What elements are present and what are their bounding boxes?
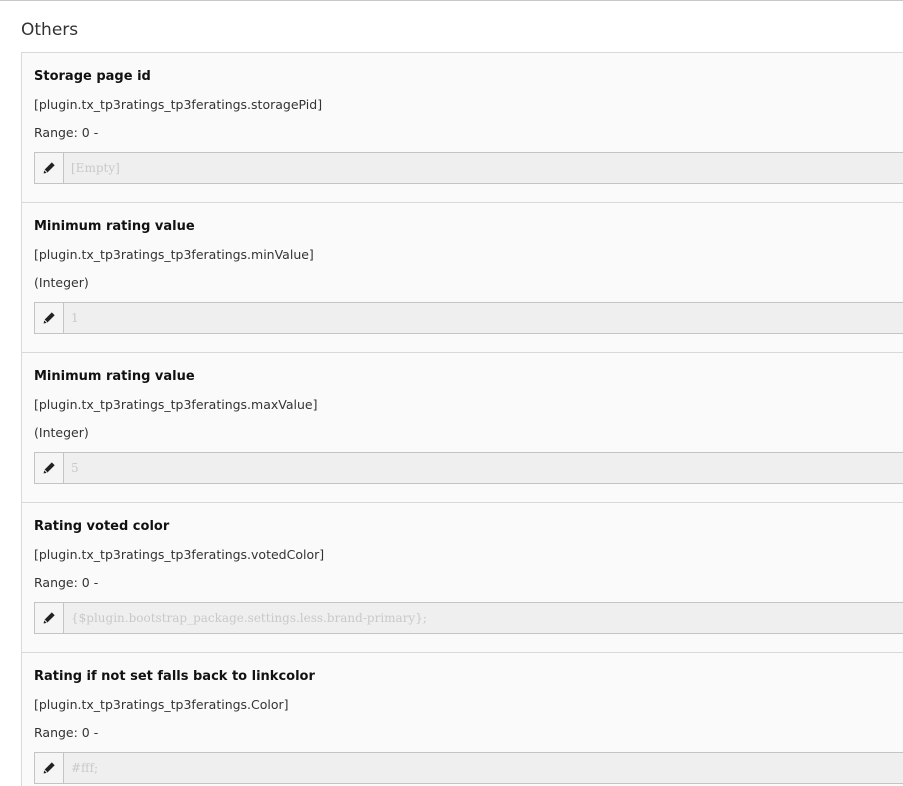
- value-input[interactable]: [64, 453, 903, 483]
- pencil-icon: [43, 462, 55, 474]
- section-title: Others: [21, 20, 79, 40]
- edit-button[interactable]: [35, 753, 64, 783]
- field-label: Rating if not set falls back to linkcolo…: [34, 669, 315, 684]
- input-group: [34, 602, 903, 634]
- pencil-icon: [43, 312, 55, 324]
- setting-max-value: Minimum rating value [plugin.tx_tp3ratin…: [22, 353, 903, 503]
- field-meta: (Integer): [34, 275, 89, 290]
- edit-button[interactable]: [35, 303, 64, 333]
- pencil-icon: [43, 162, 55, 174]
- value-input[interactable]: [64, 753, 903, 783]
- field-meta: Range: 0 -: [34, 725, 99, 740]
- input-group: [34, 302, 903, 334]
- field-label: Storage page id: [34, 69, 151, 84]
- edit-button[interactable]: [35, 603, 64, 633]
- pencil-icon: [43, 762, 55, 774]
- pencil-icon: [43, 612, 55, 624]
- field-meta: Range: 0 -: [34, 125, 99, 140]
- field-key: [plugin.tx_tp3ratings_tp3feratings.maxVa…: [34, 397, 318, 412]
- field-key: [plugin.tx_tp3ratings_tp3feratings.stora…: [34, 97, 323, 112]
- input-group: [34, 752, 903, 784]
- field-label: Minimum rating value: [34, 369, 195, 384]
- setting-voted-color: Rating voted color [plugin.tx_tp3ratings…: [22, 503, 903, 653]
- value-input[interactable]: [64, 603, 903, 633]
- field-label: Rating voted color: [34, 519, 170, 534]
- input-group: [34, 152, 903, 184]
- edit-button[interactable]: [35, 453, 64, 483]
- setting-storage-pid: Storage page id [plugin.tx_tp3ratings_tp…: [22, 53, 903, 203]
- setting-min-value: Minimum rating value [plugin.tx_tp3ratin…: [22, 203, 903, 353]
- value-input[interactable]: [64, 303, 903, 333]
- top-divider: [0, 0, 903, 1]
- field-key: [plugin.tx_tp3ratings_tp3feratings.voted…: [34, 547, 325, 562]
- field-key: [plugin.tx_tp3ratings_tp3feratings.Color…: [34, 697, 289, 712]
- field-label: Minimum rating value: [34, 219, 195, 234]
- setting-color: Rating if not set falls back to linkcolo…: [22, 653, 903, 786]
- edit-button[interactable]: [35, 153, 64, 183]
- field-key: [plugin.tx_tp3ratings_tp3feratings.minVa…: [34, 247, 314, 262]
- field-meta: (Integer): [34, 425, 89, 440]
- value-input[interactable]: [64, 153, 903, 183]
- settings-list: Storage page id [plugin.tx_tp3ratings_tp…: [21, 52, 903, 786]
- field-meta: Range: 0 -: [34, 575, 99, 590]
- input-group: [34, 452, 903, 484]
